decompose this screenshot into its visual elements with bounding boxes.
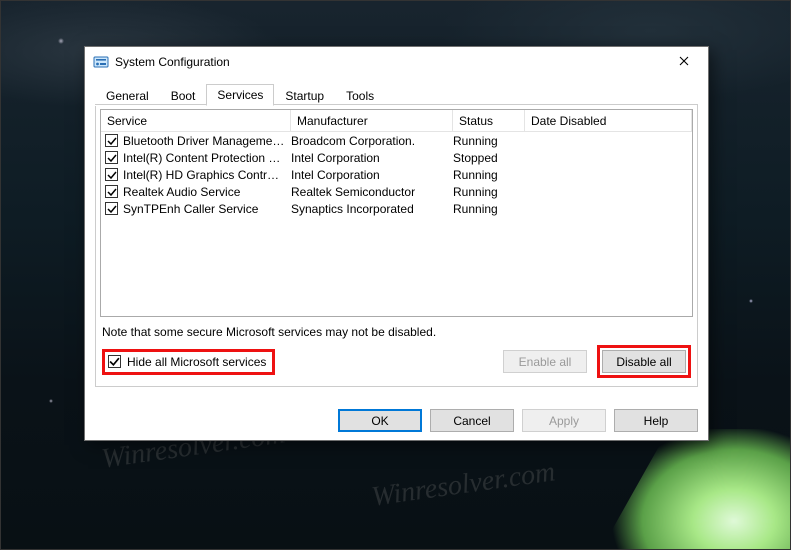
column-manufacturer[interactable]: Manufacturer (291, 110, 453, 131)
cell-status: Running (453, 202, 525, 216)
table-row[interactable]: Intel(R) Content Protection HEC...Intel … (101, 149, 692, 166)
check-icon (107, 204, 117, 214)
cell-manufacturer: Synaptics Incorporated (291, 202, 453, 216)
listview-body: Bluetooth Driver Management S...Broadcom… (101, 132, 692, 217)
table-row[interactable]: SynTPEnh Caller ServiceSynaptics Incorpo… (101, 200, 692, 217)
cell-status: Running (453, 168, 525, 182)
tab-general[interactable]: General (95, 85, 160, 106)
system-configuration-dialog: System Configuration General Boot Servic… (84, 46, 709, 441)
enable-all-button[interactable]: Enable all (503, 350, 587, 373)
tab-tools[interactable]: Tools (335, 85, 385, 106)
cell-status: Running (453, 185, 525, 199)
tab-startup[interactable]: Startup (274, 85, 335, 106)
check-icon (107, 136, 117, 146)
row-checkbox[interactable] (105, 168, 118, 181)
column-status[interactable]: Status (453, 110, 525, 131)
cell-service: Intel(R) HD Graphics Control Pa... (123, 168, 291, 182)
disable-all-highlight: Disable all (597, 345, 691, 378)
tab-boot[interactable]: Boot (160, 85, 207, 106)
cell-manufacturer: Broadcom Corporation. (291, 134, 453, 148)
row-checkbox[interactable] (105, 185, 118, 198)
disable-all-button[interactable]: Disable all (602, 350, 686, 373)
table-row[interactable]: Bluetooth Driver Management S...Broadcom… (101, 132, 692, 149)
cell-manufacturer: Intel Corporation (291, 168, 453, 182)
check-icon (107, 170, 117, 180)
tabstrip: General Boot Services Startup Tools (95, 83, 698, 105)
desktop-background-tent (590, 429, 790, 549)
titlebar[interactable]: System Configuration (85, 47, 708, 77)
table-row[interactable]: Realtek Audio ServiceRealtek Semiconduct… (101, 183, 692, 200)
cell-manufacturer: Realtek Semiconductor (291, 185, 453, 199)
msconfig-icon (93, 54, 109, 70)
listview-header: Service Manufacturer Status Date Disable… (101, 110, 692, 132)
cell-manufacturer: Intel Corporation (291, 151, 453, 165)
dialog-footer: OK Cancel Apply Help (85, 399, 708, 440)
cell-status: Running (453, 134, 525, 148)
dialog-title: System Configuration (115, 55, 662, 69)
apply-button[interactable]: Apply (522, 409, 606, 432)
row-checkbox[interactable] (105, 202, 118, 215)
close-button[interactable] (662, 48, 706, 76)
cell-service: Realtek Audio Service (123, 185, 291, 199)
ok-button[interactable]: OK (338, 409, 422, 432)
cell-service: Bluetooth Driver Management S... (123, 134, 291, 148)
hide-microsoft-checkbox[interactable] (108, 355, 121, 368)
hide-microsoft-highlight: Hide all Microsoft services (102, 349, 275, 375)
row-checkbox[interactable] (105, 151, 118, 164)
cell-status: Stopped (453, 151, 525, 165)
help-button[interactable]: Help (614, 409, 698, 432)
check-icon (107, 153, 117, 163)
check-icon (107, 187, 117, 197)
close-icon (679, 55, 689, 69)
cell-service: SynTPEnh Caller Service (123, 202, 291, 216)
row-checkbox[interactable] (105, 134, 118, 147)
secure-services-note: Note that some secure Microsoft services… (102, 325, 691, 339)
column-date-disabled[interactable]: Date Disabled (525, 110, 692, 131)
services-listview[interactable]: Service Manufacturer Status Date Disable… (100, 109, 693, 317)
check-icon (109, 356, 120, 367)
cell-service: Intel(R) Content Protection HEC... (123, 151, 291, 165)
column-service[interactable]: Service (101, 110, 291, 131)
table-row[interactable]: Intel(R) HD Graphics Control Pa...Intel … (101, 166, 692, 183)
cancel-button[interactable]: Cancel (430, 409, 514, 432)
hide-microsoft-label: Hide all Microsoft services (127, 355, 266, 369)
tab-services[interactable]: Services (206, 84, 274, 106)
services-panel: Service Manufacturer Status Date Disable… (95, 104, 698, 387)
